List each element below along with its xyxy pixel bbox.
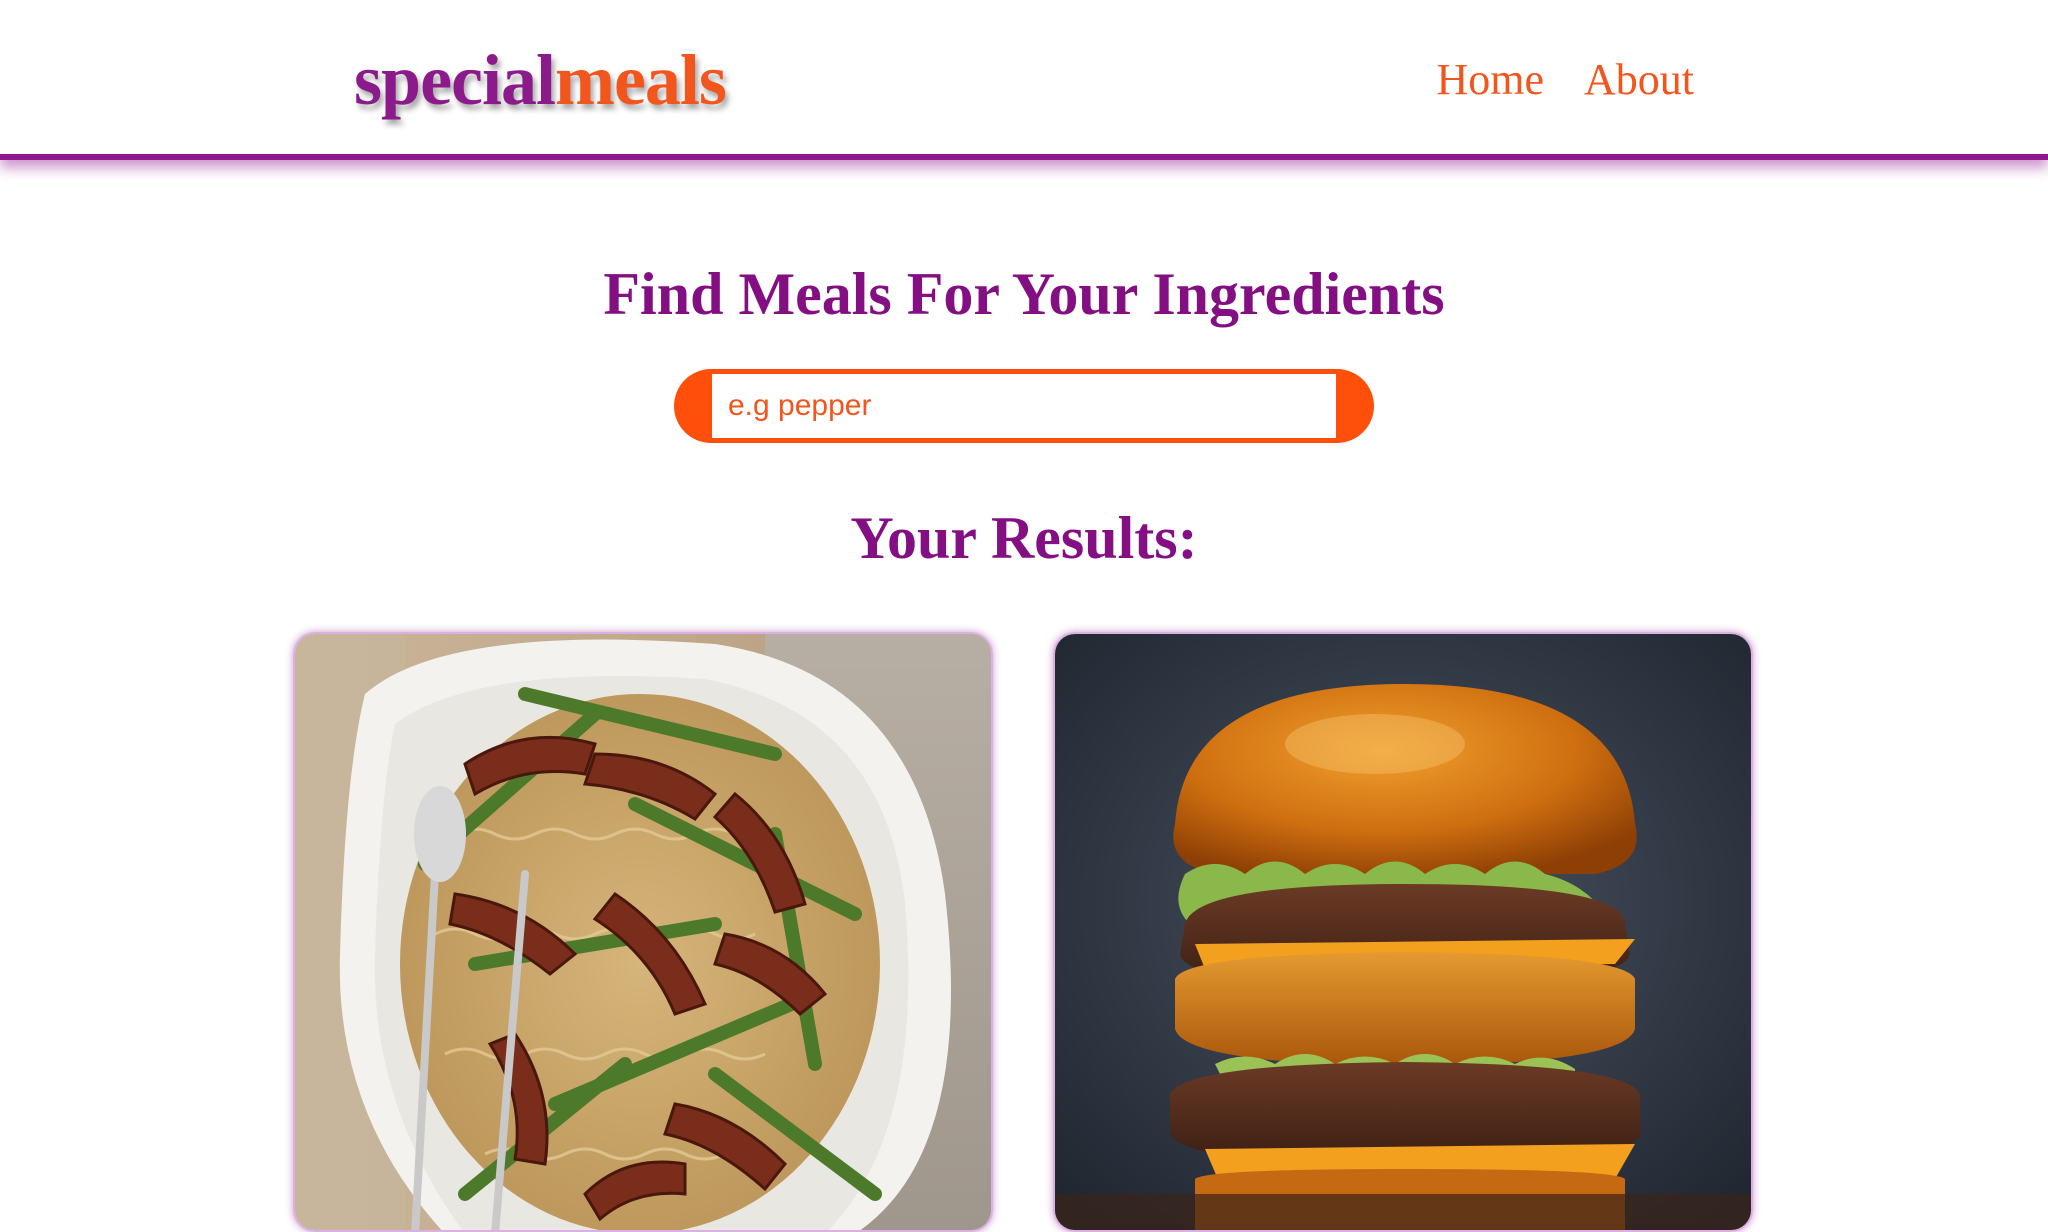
logo-part-meals: meals <box>554 40 727 120</box>
site-logo[interactable]: specialmeals <box>354 36 727 124</box>
main-nav: Home About <box>1436 50 1694 110</box>
result-card[interactable] <box>1053 632 1753 1232</box>
result-card[interactable] <box>293 632 993 1232</box>
site-header: specialmeals Home About <box>0 0 2048 160</box>
logo-part-special: special <box>354 40 556 120</box>
results-title: Your Results: <box>850 505 1198 571</box>
nav-about-link[interactable]: About <box>1584 50 1694 110</box>
ingredient-search-input[interactable] <box>712 374 1336 438</box>
nav-home-link[interactable]: Home <box>1436 50 1544 110</box>
page-heading: Find Meals For Your Ingredients <box>603 261 1445 327</box>
search-box <box>674 369 1374 443</box>
beef-asparagus-noodles-image <box>295 634 991 1230</box>
double-cheeseburger-image <box>1055 634 1751 1230</box>
